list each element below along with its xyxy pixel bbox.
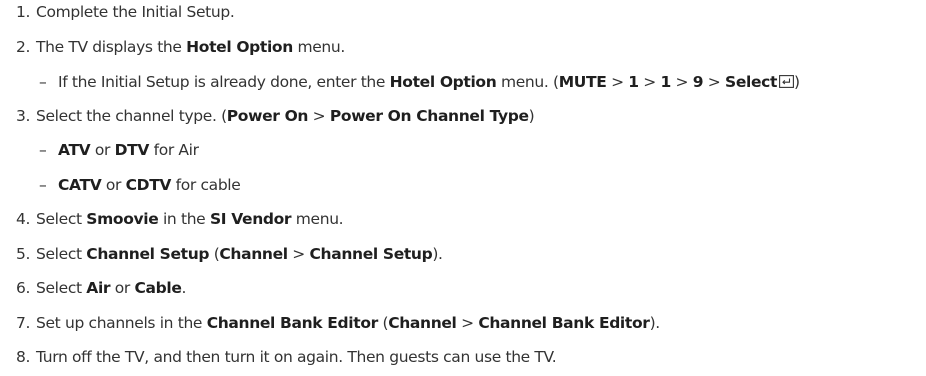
menu-term: CDTV [125, 176, 172, 194]
menu-term: Channel [219, 245, 288, 263]
step-text: Select Smoovie in the SI Vendor menu. [36, 209, 344, 229]
menu-term: Channel Bank Editor [478, 314, 650, 332]
menu-term: Channel Setup [309, 245, 433, 263]
menu-term: Hotel Option [389, 73, 497, 91]
menu-term: Select [725, 73, 777, 91]
text-run: Turn off the TV, and then turn it on aga… [36, 348, 557, 366]
step-text: Turn off the TV, and then turn it on aga… [36, 347, 557, 367]
step-text: The TV displays the Hotel Option menu. [36, 37, 345, 57]
text-run: menu. [292, 38, 345, 56]
step-number: 6. [16, 279, 31, 297]
text-run: Set up channels in the [36, 314, 207, 332]
enter-key-icon [779, 75, 794, 88]
note-text: If the Initial Setup is already done, en… [58, 72, 800, 92]
text-run: or [110, 279, 135, 297]
menu-term: Smoovie [86, 210, 159, 228]
menu-term: SI Vendor [209, 210, 292, 228]
text-run: > [287, 245, 310, 263]
step-number: 5. [16, 245, 31, 263]
text-run: > [606, 73, 629, 91]
text-run: ( [377, 314, 389, 332]
text-run: > [456, 314, 479, 332]
dash-bullet: – [39, 176, 47, 194]
text-run: in the [158, 210, 210, 228]
text-run: Complete the Initial Setup. [36, 3, 235, 21]
text-run: > [703, 73, 725, 91]
step-text: Set up channels in the Channel Bank Edit… [36, 313, 660, 333]
text-run: or [101, 176, 126, 194]
text-run: ). [432, 245, 443, 263]
menu-term: 9 [692, 73, 704, 91]
menu-term: 1 [660, 73, 672, 91]
text-run: ) [528, 107, 535, 125]
text-run: If the Initial Setup is already done, en… [58, 73, 390, 91]
menu-term: MUTE [558, 73, 607, 91]
text-run: for Air [149, 141, 199, 159]
menu-term: Channel [388, 314, 457, 332]
menu-term: Power On [226, 107, 309, 125]
step-number: 3. [16, 107, 31, 125]
text-run: menu. [291, 210, 344, 228]
menu-term: Channel Setup [86, 245, 210, 263]
note-text: CATV or CDTV for cable [58, 175, 241, 195]
menu-term: Hotel Option [186, 38, 293, 56]
step-text: Select Channel Setup (Channel > Channel … [36, 244, 443, 264]
text-run: ) [794, 73, 800, 91]
menu-term: DTV [114, 141, 150, 159]
menu-term: 1 [628, 73, 639, 91]
step-text: Select Air or Cable. [36, 278, 186, 298]
step-number: 7. [16, 314, 31, 332]
menu-term: CATV [58, 176, 102, 194]
dash-bullet: – [39, 73, 47, 91]
text-run: for cable [171, 176, 241, 194]
menu-term: ATV [58, 141, 91, 159]
text-run: > [670, 73, 693, 91]
step-number: 4. [16, 210, 31, 228]
step-text: Select the channel type. (Power On > Pow… [36, 106, 535, 126]
text-run: ( [209, 245, 220, 263]
menu-term: Channel Bank Editor [206, 314, 379, 332]
step-number: 1. [16, 3, 31, 21]
menu-term: Power On Channel Type [329, 107, 529, 125]
text-run: Select [36, 210, 87, 228]
text-run: > [308, 107, 330, 125]
instruction-document: 1. Complete the Initial Setup. 2. The TV… [0, 0, 926, 376]
step-text: Complete the Initial Setup. [36, 2, 235, 22]
note-text: ATV or DTV for Air [58, 140, 199, 160]
step-number: 8. [16, 348, 31, 366]
text-run: . [181, 279, 187, 297]
step-number: 2. [16, 38, 31, 56]
menu-term: Cable [134, 279, 182, 297]
text-run: > [638, 73, 661, 91]
text-run: Select [36, 279, 87, 297]
menu-term: Air [86, 279, 111, 297]
text-run: The TV displays the [36, 38, 187, 56]
text-run: Select [36, 245, 87, 263]
text-run: or [90, 141, 115, 159]
text-run: menu. ( [496, 73, 559, 91]
text-run: Select the channel type. ( [36, 107, 227, 125]
text-run: ). [649, 314, 661, 332]
dash-bullet: – [39, 141, 47, 159]
